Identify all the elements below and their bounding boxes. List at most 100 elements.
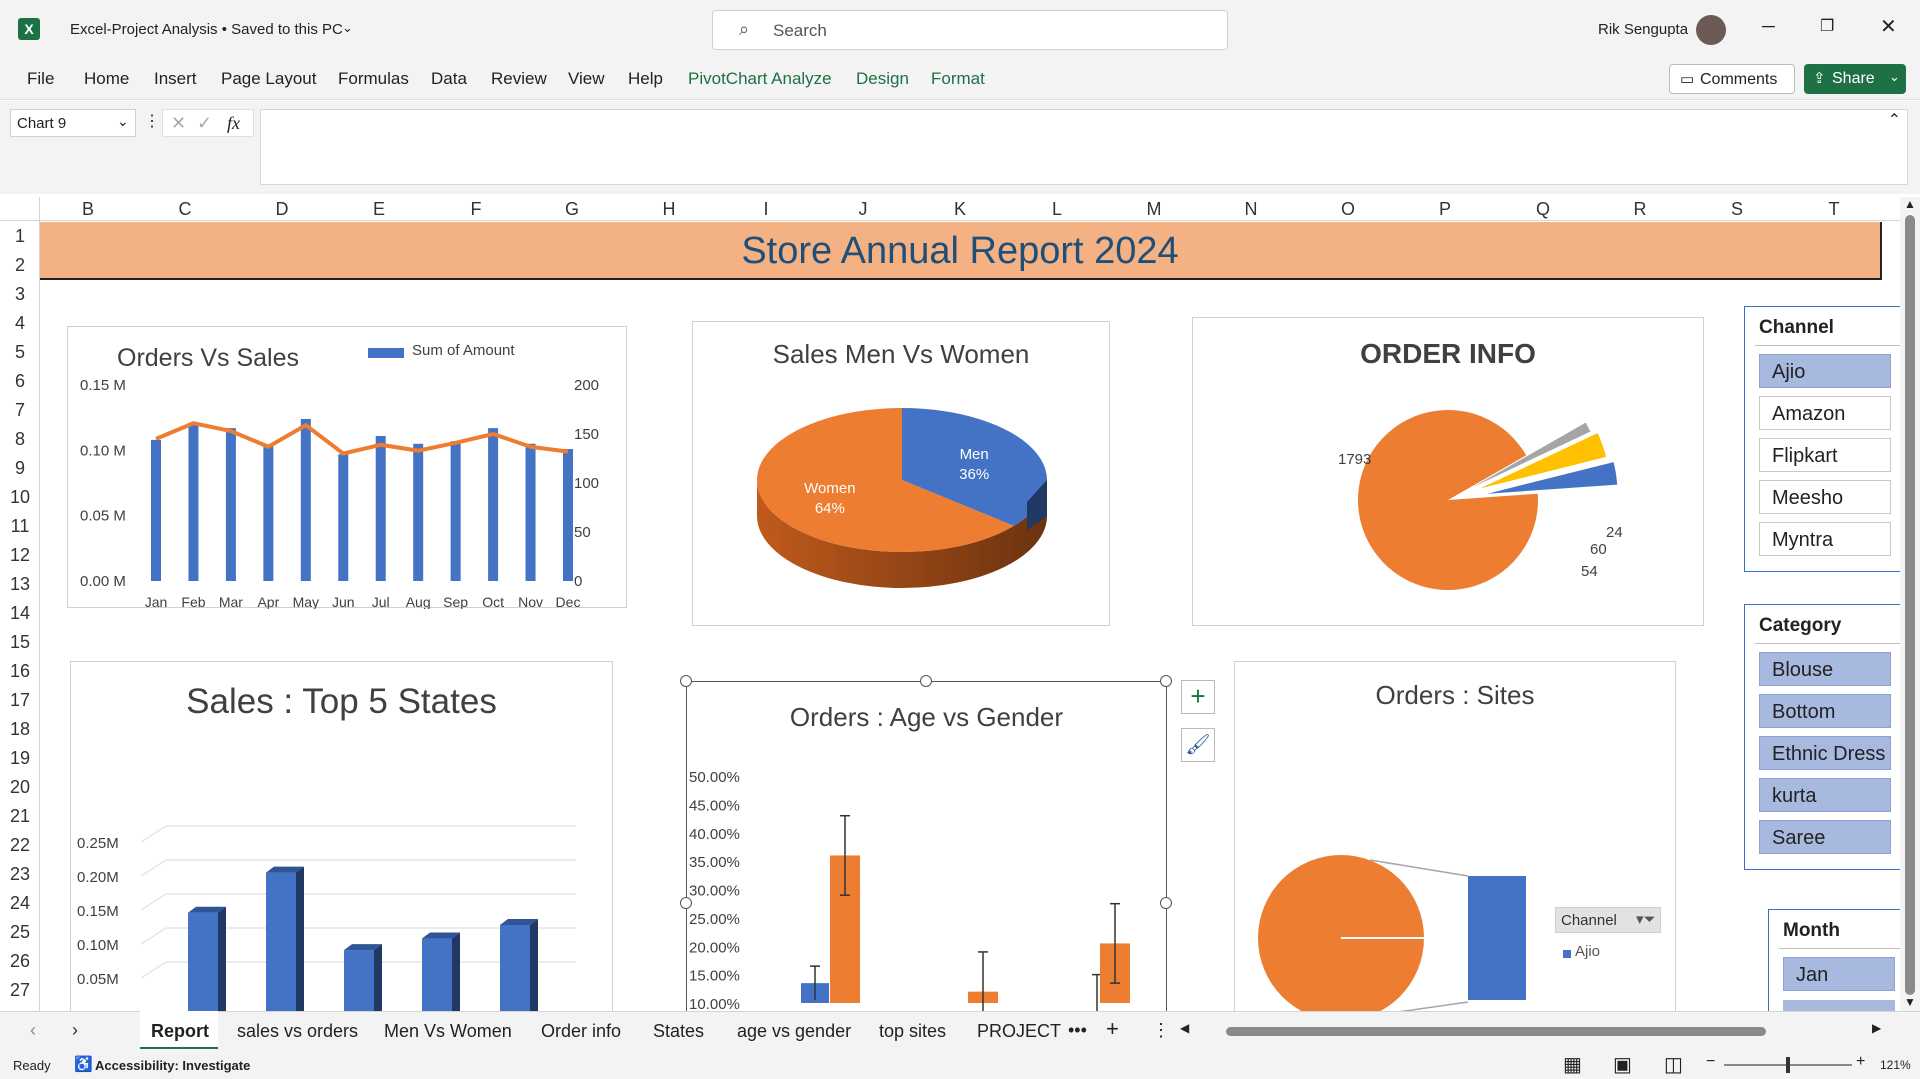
column-header-f[interactable]: F bbox=[466, 199, 486, 220]
sheet-tab-sales-vs-orders[interactable]: sales vs orders bbox=[237, 1021, 358, 1042]
chevron-down-icon[interactable]: ⌄ bbox=[342, 20, 353, 36]
row-header-15[interactable]: 15 bbox=[0, 632, 40, 653]
column-header-d[interactable]: D bbox=[272, 199, 292, 220]
tab-pivotchart-analyze[interactable]: PivotChart Analyze bbox=[688, 69, 832, 89]
slicer-item-myntra[interactable]: Myntra bbox=[1759, 522, 1891, 556]
row-header-21[interactable]: 21 bbox=[0, 806, 40, 827]
tab-format[interactable]: Format bbox=[931, 69, 985, 89]
column-header-k[interactable]: K bbox=[950, 199, 970, 220]
row-header-22[interactable]: 22 bbox=[0, 835, 40, 856]
row-header-13[interactable]: 13 bbox=[0, 574, 40, 595]
restore-icon[interactable]: ❐ bbox=[1820, 16, 1834, 36]
column-header-o[interactable]: O bbox=[1338, 199, 1358, 220]
zoom-level[interactable]: 121% bbox=[1880, 1058, 1911, 1072]
channel-filter-button[interactable]: Channel ▾⏷ bbox=[1555, 907, 1661, 933]
slicer-item-saree[interactable]: Saree bbox=[1759, 820, 1891, 854]
row-header-24[interactable]: 24 bbox=[0, 893, 40, 914]
age-gender-chart[interactable]: Orders : Age vs Gender 10.00% 15.00% 20.00… bbox=[686, 681, 1167, 1012]
row-header-25[interactable]: 25 bbox=[0, 922, 40, 943]
minimize-icon[interactable]: ─ bbox=[1762, 16, 1775, 37]
avatar[interactable] bbox=[1696, 15, 1726, 45]
tab-formulas[interactable]: Formulas bbox=[338, 69, 409, 89]
tab-home[interactable]: Home bbox=[84, 69, 129, 89]
column-header-b[interactable]: B bbox=[78, 199, 98, 220]
add-sheet-icon[interactable]: + bbox=[1106, 1016, 1119, 1042]
row-header-19[interactable]: 19 bbox=[0, 748, 40, 769]
sheet-tab-top-sites[interactable]: top sites bbox=[879, 1021, 946, 1042]
row-header-9[interactable]: 9 bbox=[0, 458, 40, 479]
tab-insert[interactable]: Insert bbox=[154, 69, 197, 89]
sheet-tab-report[interactable]: Report bbox=[151, 1021, 209, 1042]
row-header-6[interactable]: 6 bbox=[0, 371, 40, 392]
row-header-17[interactable]: 17 bbox=[0, 690, 40, 711]
column-header-j[interactable]: J bbox=[853, 199, 873, 220]
scroll-right-icon[interactable]: ▶ bbox=[1872, 1021, 1881, 1035]
page-break-icon[interactable]: ◫ bbox=[1664, 1052, 1683, 1077]
column-header-n[interactable]: N bbox=[1241, 199, 1261, 220]
zoom-slider[interactable] bbox=[1724, 1057, 1852, 1073]
column-header-l[interactable]: L bbox=[1047, 199, 1067, 220]
column-header-r[interactable]: R bbox=[1630, 199, 1650, 220]
resize-handle[interactable] bbox=[1160, 675, 1172, 687]
sheet-tab-men-vs-women[interactable]: Men Vs Women bbox=[384, 1021, 512, 1042]
cancel-icon[interactable]: ✕ bbox=[171, 113, 186, 134]
tab-review[interactable]: Review bbox=[491, 69, 547, 89]
chevron-down-icon[interactable]: ⌄ bbox=[117, 113, 129, 130]
formula-input[interactable]: ⌃ bbox=[260, 109, 1908, 185]
column-header-h[interactable]: H bbox=[659, 199, 679, 220]
insert-function-icon[interactable]: fx bbox=[227, 113, 240, 134]
normal-view-icon[interactable]: ▦ bbox=[1563, 1052, 1582, 1077]
scroll-up-icon[interactable]: ▲ bbox=[1904, 197, 1916, 211]
row-header-14[interactable]: 14 bbox=[0, 603, 40, 624]
slicer-item-flipkart[interactable]: Flipkart bbox=[1759, 438, 1891, 472]
order-info-chart[interactable]: ORDER INFO 1793 24 60 54 bbox=[1192, 317, 1704, 626]
slicer-item-ethnic-dress[interactable]: Ethnic Dress bbox=[1759, 736, 1891, 770]
column-header-m[interactable]: M bbox=[1144, 199, 1164, 220]
scroll-thumb[interactable] bbox=[1905, 215, 1915, 995]
slicer-item-amazon[interactable]: Amazon bbox=[1759, 396, 1891, 430]
more-options-icon[interactable]: ⋮ bbox=[1152, 1020, 1170, 1041]
row-header-18[interactable]: 18 bbox=[0, 719, 40, 740]
slicer-item-jan[interactable]: Jan bbox=[1783, 957, 1895, 991]
column-header-i[interactable]: I bbox=[756, 199, 776, 220]
slicer-item-kurta[interactable]: kurta bbox=[1759, 778, 1891, 812]
prev-sheet-icon[interactable]: ‹ bbox=[30, 1020, 36, 1041]
tab-file[interactable]: File bbox=[27, 69, 54, 89]
collapse-icon[interactable]: ⌃ bbox=[1888, 110, 1901, 130]
category-slicer[interactable]: Category Blouse Bottom Ethnic Dress kurt… bbox=[1744, 604, 1905, 870]
row-header-8[interactable]: 8 bbox=[0, 429, 40, 450]
row-header-1[interactable]: 1 bbox=[0, 226, 40, 247]
comments-button[interactable]: ▭ Comments bbox=[1669, 64, 1795, 94]
row-header-12[interactable]: 12 bbox=[0, 545, 40, 566]
tab-design[interactable]: Design bbox=[856, 69, 909, 89]
column-header-q[interactable]: Q bbox=[1533, 199, 1553, 220]
row-header-16[interactable]: 16 bbox=[0, 661, 40, 682]
slicer-item-blouse[interactable]: Blouse bbox=[1759, 652, 1891, 686]
row-header-20[interactable]: 20 bbox=[0, 777, 40, 798]
report-banner[interactable]: Store Annual Report 2024 bbox=[40, 222, 1882, 280]
row-header-3[interactable]: 3 bbox=[0, 284, 40, 305]
zoom-slider-thumb[interactable] bbox=[1786, 1057, 1790, 1073]
accessibility-status[interactable]: Accessibility: Investigate bbox=[95, 1058, 250, 1073]
close-icon[interactable]: ✕ bbox=[1880, 14, 1897, 39]
more-options-icon[interactable]: ⋮ bbox=[144, 111, 160, 131]
column-header-t[interactable]: T bbox=[1824, 199, 1844, 220]
row-header-4[interactable]: 4 bbox=[0, 313, 40, 334]
sheet-tab-states[interactable]: States bbox=[653, 1021, 704, 1042]
slicer-item-bottom[interactable]: Bottom bbox=[1759, 694, 1891, 728]
sheet-tab-order-info[interactable]: Order info bbox=[541, 1021, 621, 1042]
men-vs-women-chart[interactable]: Sales Men Vs Women Men 36% Women 64% bbox=[692, 321, 1110, 626]
column-header-c[interactable]: C bbox=[175, 199, 195, 220]
enter-icon[interactable]: ✓ bbox=[197, 113, 212, 134]
zoom-out-icon[interactable]: − bbox=[1706, 1053, 1715, 1071]
tab-page-layout[interactable]: Page Layout bbox=[221, 69, 316, 89]
resize-handle[interactable] bbox=[1160, 897, 1172, 909]
orders-vs-sales-chart[interactable]: Orders Vs Sales Sum of Amount 0.00 M 0.05… bbox=[67, 326, 627, 609]
row-header-7[interactable]: 7 bbox=[0, 400, 40, 421]
row-header-5[interactable]: 5 bbox=[0, 342, 40, 363]
sites-chart[interactable]: Orders : Sites Channel ▾⏷ Ajio bbox=[1234, 661, 1676, 1012]
select-all-corner[interactable] bbox=[0, 197, 40, 221]
share-button[interactable]: ⇪ Share ⌄ bbox=[1804, 64, 1906, 94]
row-header-11[interactable]: 11 bbox=[0, 516, 40, 537]
scroll-down-icon[interactable]: ▼ bbox=[1904, 995, 1916, 1009]
